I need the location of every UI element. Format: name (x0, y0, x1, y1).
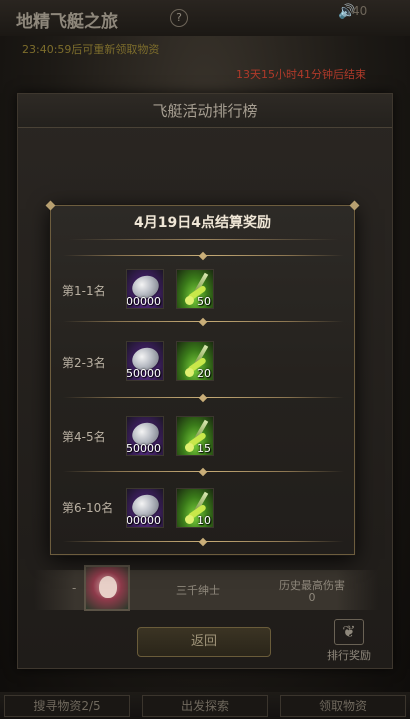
coin-reward-item[interactable]: 100000 (126, 488, 164, 528)
coin-reward-item[interactable]: 250000 (126, 341, 164, 381)
trophy-icon: ❦ (334, 619, 364, 645)
tier-label: 第2-3名 (62, 356, 106, 370)
start-explore-button[interactable]: 出发探索 (142, 694, 268, 717)
my-player-name: 三千绅士 (176, 584, 220, 597)
tier-divider (63, 537, 344, 547)
coin-quantity: 250000 (126, 367, 161, 380)
claim-supplies-button[interactable]: 领取物资 (280, 694, 406, 717)
weapon-reward-item[interactable]: 50 (176, 269, 214, 309)
avatar[interactable] (84, 565, 130, 611)
weapon-reward-item[interactable]: 15 (176, 416, 214, 456)
weapon-reward-item[interactable]: 10 (176, 488, 214, 528)
history-damage-value: 0 (308, 591, 316, 604)
weapon-quantity: 15 (197, 442, 211, 455)
tier-label: 第4-5名 (62, 430, 106, 444)
weapon-reward-item[interactable]: 20 (176, 341, 214, 381)
weapon-hilt (185, 443, 194, 452)
weapon-hilt (185, 368, 194, 377)
event-end-timer: 13天15小时41分钟后结束 (236, 68, 366, 81)
return-button[interactable]: 返回 (137, 627, 271, 657)
event-title: 地精飞艇之旅 (16, 12, 118, 32)
coin-reward-item[interactable]: 150000 (126, 416, 164, 456)
coin-quantity: 500000 (126, 295, 161, 308)
tier-divider (63, 467, 344, 477)
title-underline (69, 239, 338, 240)
ranking-reward-button[interactable]: ❦ 排行奖励 (318, 619, 380, 663)
tier-label: 第6-10名 (62, 501, 114, 515)
tier-label: 第1-1名 (62, 284, 106, 298)
top-bar: 地精飞艇之旅 ? 🔊 40 (0, 0, 410, 36)
bottom-button-bar: 搜寻物资2/5 出发探索 领取物资 (0, 692, 410, 719)
avatar-face (99, 576, 117, 598)
search-supplies-button[interactable]: 搜寻物资2/5 (4, 694, 130, 717)
coin-reward-item[interactable]: 500000 (126, 269, 164, 309)
reward-popup: 4月19日4点结算奖励 第1-1名 500000 50 第2-3名 250000… (50, 205, 355, 555)
weapon-quantity: 50 (197, 295, 211, 308)
tier-divider (63, 393, 344, 403)
energy-count: 40 (352, 4, 368, 18)
weapon-quantity: 10 (197, 514, 211, 527)
my-rank-value: - (72, 581, 77, 595)
weapon-hilt (185, 515, 194, 524)
tier-divider (63, 317, 344, 327)
weapon-hilt (185, 296, 194, 305)
ranking-panel-title: 飞艇活动排行榜 (18, 94, 392, 128)
ranking-reward-label: 排行奖励 (327, 649, 371, 662)
coin-quantity: 100000 (126, 514, 161, 527)
help-icon[interactable]: ? (170, 9, 188, 27)
popup-title: 4月19日4点结算奖励 (134, 215, 271, 231)
refresh-timer: 23:40:59后可重新领取物资 (22, 43, 160, 56)
weapon-quantity: 20 (197, 367, 211, 380)
coin-quantity: 150000 (126, 442, 161, 455)
tier-divider (63, 251, 344, 261)
